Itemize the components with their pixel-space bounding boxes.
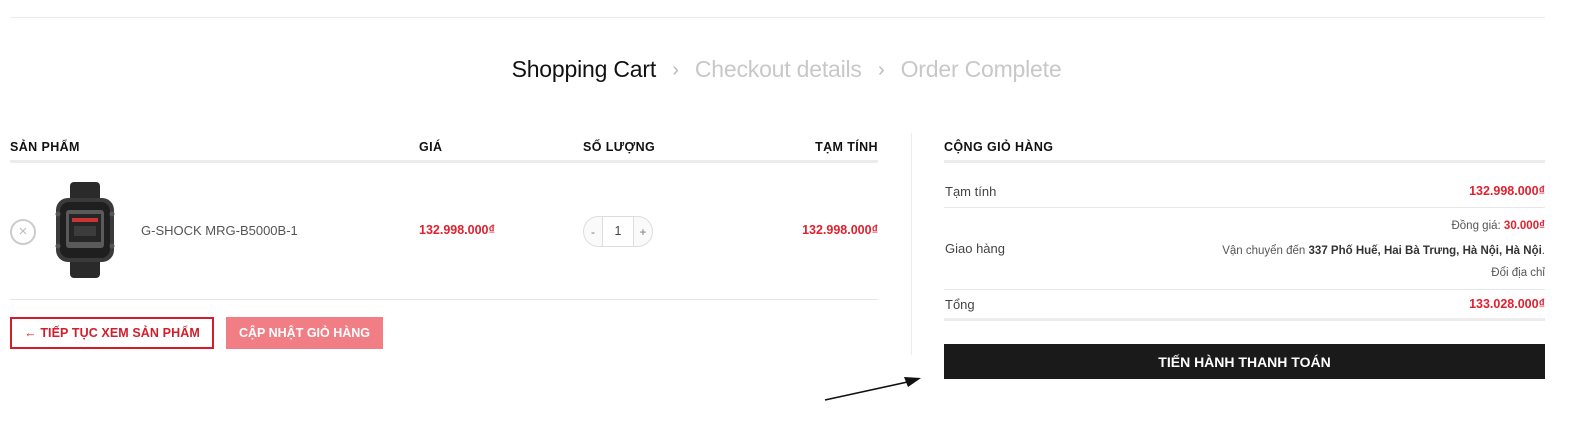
total-value: 133.028.000₫ xyxy=(1469,297,1545,311)
subtotal-value: 132.998.000₫ xyxy=(1469,184,1545,198)
ship-to-line: Vận chuyển đến 337 Phố Huế, Hai Bà Trưng… xyxy=(1222,245,1545,257)
subtotal-label: Tạm tính xyxy=(945,184,997,199)
remove-item-button[interactable]: × xyxy=(10,219,36,245)
totals-divider xyxy=(944,207,1545,208)
chevron-right-icon: › xyxy=(672,59,679,81)
item-price: 132.998.000₫ xyxy=(419,223,495,237)
ship-to-prefix: Vận chuyển đến xyxy=(1222,245,1306,257)
checkout-steps: Shopping Cart › Checkout details › Order… xyxy=(0,56,1573,83)
header-product: SẢN PHẨM xyxy=(10,140,80,154)
totals-header-divider xyxy=(944,160,1545,163)
total-divider xyxy=(944,318,1545,321)
change-address-link[interactable]: Đổi địa chỉ xyxy=(1491,267,1545,279)
ship-to-suffix: . xyxy=(1541,245,1545,257)
total-label: Tổng xyxy=(945,297,975,312)
ship-to-address: 337 Phố Huế, Hai Bà Trưng, Hà Nội, Hà Nộ… xyxy=(1308,245,1542,257)
flat-rate-label: Đồng giá: xyxy=(1451,220,1501,232)
header-quantity: SỐ LƯỢNG xyxy=(583,140,656,154)
chevron-right-icon: › xyxy=(877,59,885,81)
quantity-increase-button[interactable]: + xyxy=(634,225,652,239)
product-name-link[interactable]: G-SHOCK MRG-B5000B-1 xyxy=(141,223,298,238)
quantity-stepper: - 1 + xyxy=(583,216,653,247)
header-price: GIÁ xyxy=(419,140,443,154)
flat-rate-value: 30.000₫ xyxy=(1503,220,1545,232)
step-shopping-cart[interactable]: Shopping Cart xyxy=(512,56,657,82)
row-divider xyxy=(10,299,878,300)
continue-shopping-button[interactable]: ← TIẾP TỤC XEM SẢN PHẨM xyxy=(10,317,214,349)
header-subtotal: TẠM TÍNH xyxy=(815,140,878,154)
cart-totals-title: CỘNG GIỎ HÀNG xyxy=(944,140,1054,154)
flat-rate-line: Đồng giá: 30.000₫ xyxy=(1451,220,1545,232)
update-cart-button[interactable]: CẬP NHẬT GIỎ HÀNG xyxy=(226,317,383,349)
column-divider xyxy=(911,133,912,355)
quantity-input[interactable]: 1 xyxy=(602,217,634,246)
step-checkout-details[interactable]: Checkout details xyxy=(695,56,862,82)
item-subtotal: 132.998.000₫ xyxy=(802,223,878,237)
proceed-to-checkout-button[interactable]: TIẾN HÀNH THANH TOÁN xyxy=(944,344,1545,379)
quantity-decrease-button[interactable]: - xyxy=(584,225,602,239)
arrow-annotation-icon xyxy=(824,377,921,401)
step-order-complete: Order Complete xyxy=(900,56,1062,82)
top-divider xyxy=(10,17,1545,18)
product-image[interactable] xyxy=(48,180,122,280)
shipping-label: Giao hàng xyxy=(945,241,1005,256)
totals-divider xyxy=(944,289,1545,290)
header-divider xyxy=(10,160,878,163)
